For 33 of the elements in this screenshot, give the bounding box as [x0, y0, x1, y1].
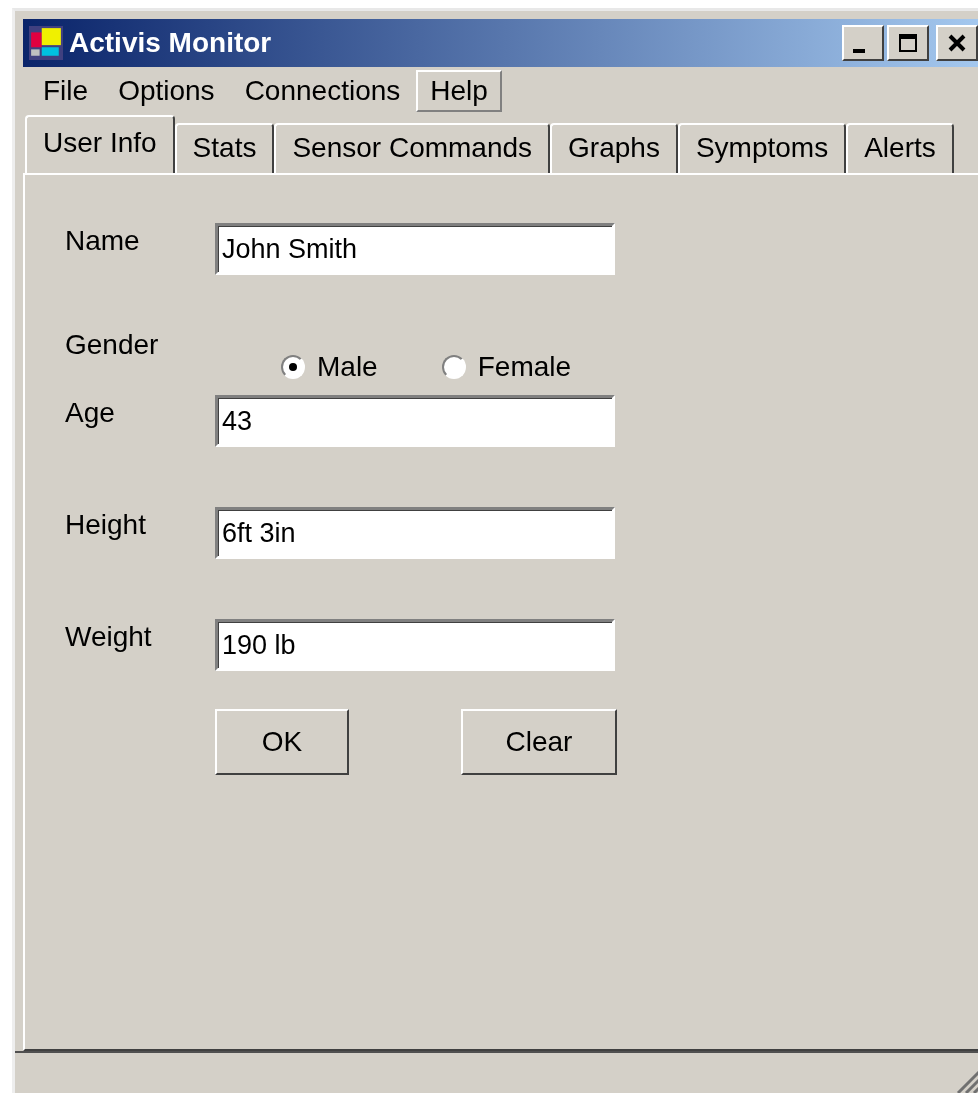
radio-label: Male	[317, 351, 378, 383]
menu-item[interactable]: File	[29, 70, 103, 112]
radio-label: Female	[477, 351, 572, 383]
minimize-icon	[853, 49, 865, 53]
tab[interactable]: User Info	[25, 115, 175, 173]
input-field[interactable]: John Smith	[215, 223, 615, 275]
action-button[interactable]: Clear	[461, 709, 617, 775]
menu-item[interactable]: Help	[416, 70, 502, 112]
minimize-button[interactable]	[842, 25, 884, 61]
tab[interactable]: Symptoms	[677, 123, 847, 173]
app-icon	[29, 26, 63, 60]
maximize-icon	[898, 33, 918, 53]
field-label: Weight	[65, 620, 153, 653]
close-icon	[947, 33, 967, 53]
maximize-button[interactable]	[887, 25, 929, 61]
field-label: Name	[65, 224, 141, 257]
tab[interactable]: Stats	[174, 123, 275, 173]
input-field[interactable]: 43	[215, 395, 615, 447]
input-field[interactable]: 6ft 3in	[215, 507, 615, 559]
tab[interactable]: Alerts	[846, 123, 954, 173]
field-label: Age	[65, 396, 116, 429]
action-button[interactable]: OK	[215, 709, 349, 775]
tab[interactable]: Sensor Commands	[274, 123, 551, 173]
menu-item[interactable]: Connections	[230, 70, 415, 112]
radio-button[interactable]	[281, 355, 305, 379]
close-button[interactable]	[936, 25, 978, 61]
window-title: Activis Monitor	[69, 27, 273, 59]
radio-button[interactable]	[441, 355, 466, 379]
tab[interactable]: Graphs	[550, 123, 678, 173]
field-label: Height	[65, 508, 147, 541]
field-label: Gender	[65, 329, 160, 361]
input-field[interactable]: 190 lb	[215, 619, 615, 671]
menu-item[interactable]: Options	[104, 70, 229, 112]
